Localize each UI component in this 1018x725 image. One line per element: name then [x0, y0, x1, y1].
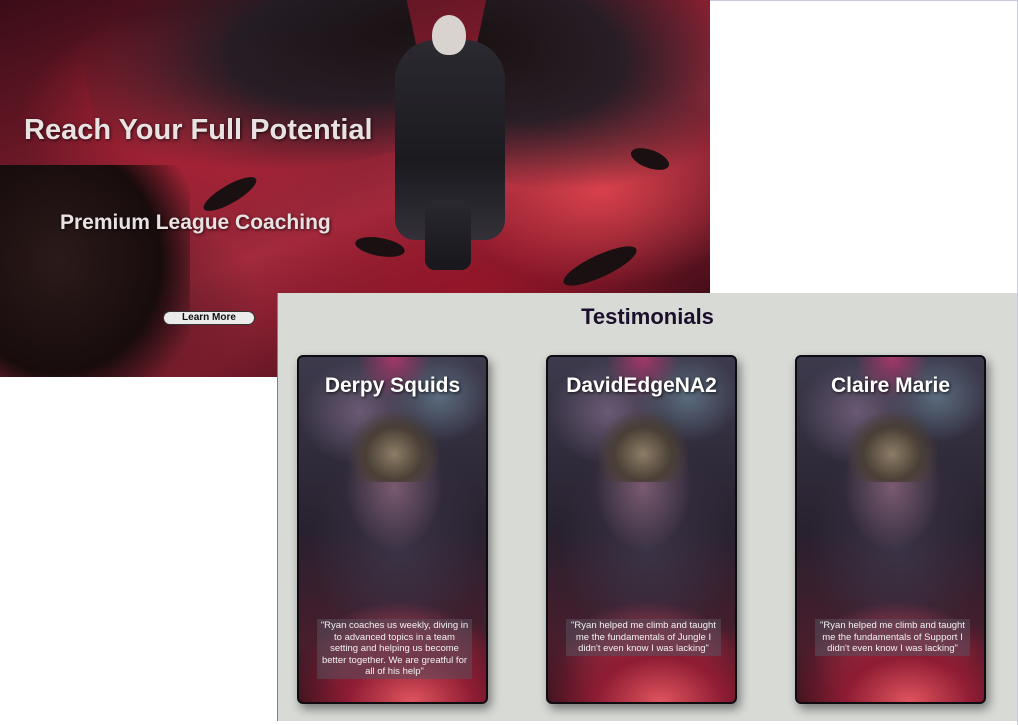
testimonials-heading: Testimonials: [581, 304, 714, 329]
testimonial-quote: "Ryan coaches us weekly, diving in to ad…: [317, 619, 472, 679]
testimonial-author: Claire Marie: [830, 374, 951, 397]
testimonial-quote: "Ryan helped me climb and taught me the …: [566, 619, 721, 656]
hero-title: Reach Your Full Potential: [24, 114, 373, 146]
hero-character-head: [432, 15, 466, 55]
testimonial-author: Derpy Squids: [324, 374, 461, 397]
testimonial-quote: "Ryan helped me climb and taught me the …: [815, 619, 970, 656]
testimonials-section: Testimonials Derpy Squids "Ryan coaches …: [277, 293, 1017, 721]
crow-silhouette: [559, 239, 641, 293]
page: Reach Your Full Potential Premium League…: [0, 0, 1018, 725]
crow-silhouette: [353, 233, 407, 261]
hero-subtitle: Premium League Coaching: [60, 211, 331, 234]
testimonial-author: DavidEdgeNA2: [566, 374, 717, 397]
testimonial-card: Claire Marie "Ryan helped me climb and t…: [795, 355, 986, 704]
testimonial-card: DavidEdgeNA2 "Ryan helped me climb and t…: [546, 355, 737, 704]
card-character-helmet: [847, 412, 937, 482]
learn-more-button[interactable]: Learn More: [163, 311, 255, 325]
hero-character-legs: [425, 200, 471, 270]
card-character-helmet: [598, 412, 688, 482]
testimonial-card: Derpy Squids "Ryan coaches us weekly, di…: [297, 355, 488, 704]
card-character-helmet: [349, 412, 439, 482]
